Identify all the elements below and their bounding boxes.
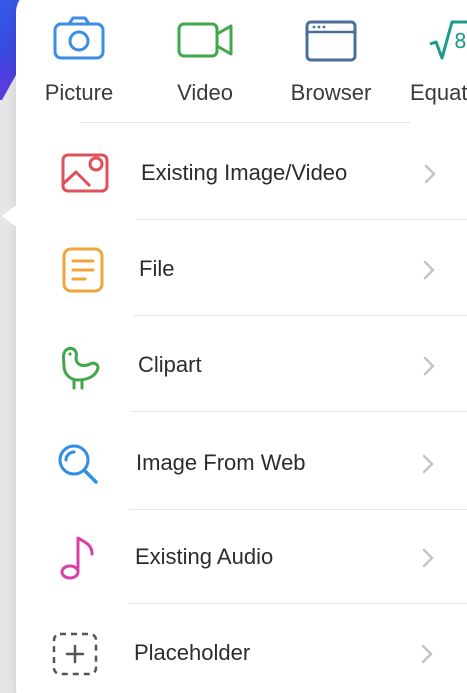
chevron-right-icon bbox=[422, 548, 434, 568]
list-item-clipart[interactable]: Clipart bbox=[0, 318, 467, 412]
document-icon bbox=[62, 247, 104, 293]
placeholder-plus-icon bbox=[52, 632, 98, 676]
browser-window-icon bbox=[305, 20, 357, 62]
video-button[interactable]: Video bbox=[150, 14, 260, 106]
chevron-right-icon bbox=[421, 644, 433, 664]
picture-button[interactable]: Picture bbox=[24, 14, 134, 106]
svg-text:8: 8 bbox=[454, 29, 467, 53]
row-divider bbox=[134, 315, 467, 316]
magnifier-icon bbox=[58, 444, 98, 484]
row-divider bbox=[132, 411, 467, 412]
top-row-divider bbox=[80, 122, 410, 123]
row-divider bbox=[128, 603, 467, 604]
list-item-existing-audio[interactable]: Existing Audio bbox=[0, 510, 467, 604]
media-type-row: Picture Video Browser 8 Equat bbox=[0, 0, 467, 124]
bird-icon bbox=[62, 346, 100, 390]
equation-label: Equat bbox=[410, 80, 467, 105]
list-item-placeholder[interactable]: Placeholder bbox=[0, 606, 467, 693]
chevron-right-icon bbox=[424, 164, 436, 184]
camera-icon bbox=[53, 16, 105, 60]
file-label: File bbox=[139, 256, 175, 281]
chevron-right-icon bbox=[423, 260, 435, 280]
chevron-right-icon bbox=[422, 454, 434, 474]
list-item-image-from-web[interactable]: Image From Web bbox=[0, 416, 467, 510]
chevron-right-icon bbox=[423, 356, 435, 376]
placeholder-label: Placeholder bbox=[134, 640, 251, 665]
list-item-file[interactable]: File bbox=[0, 222, 467, 316]
video-label: Video bbox=[177, 80, 233, 105]
clipart-label: Clipart bbox=[138, 352, 202, 377]
video-camera-icon bbox=[177, 22, 233, 58]
equation-button[interactable]: 8 Equat bbox=[398, 14, 467, 106]
image-from-web-label: Image From Web bbox=[136, 450, 306, 475]
browser-label: Browser bbox=[290, 80, 372, 105]
existing-audio-label: Existing Audio bbox=[135, 544, 274, 569]
list-item-existing-image-video[interactable]: Existing Image/Video bbox=[0, 126, 467, 220]
existing-image-video-label: Existing Image/Video bbox=[141, 160, 348, 185]
row-divider bbox=[136, 219, 467, 220]
image-icon bbox=[61, 153, 109, 193]
square-root-icon: 8 bbox=[429, 20, 467, 60]
insert-media-screen: Picture Video Browser 8 Equat Existing I… bbox=[0, 0, 467, 693]
music-note-icon bbox=[60, 536, 94, 580]
browser-button[interactable]: Browser bbox=[276, 14, 386, 106]
picture-label: Picture bbox=[44, 80, 114, 105]
